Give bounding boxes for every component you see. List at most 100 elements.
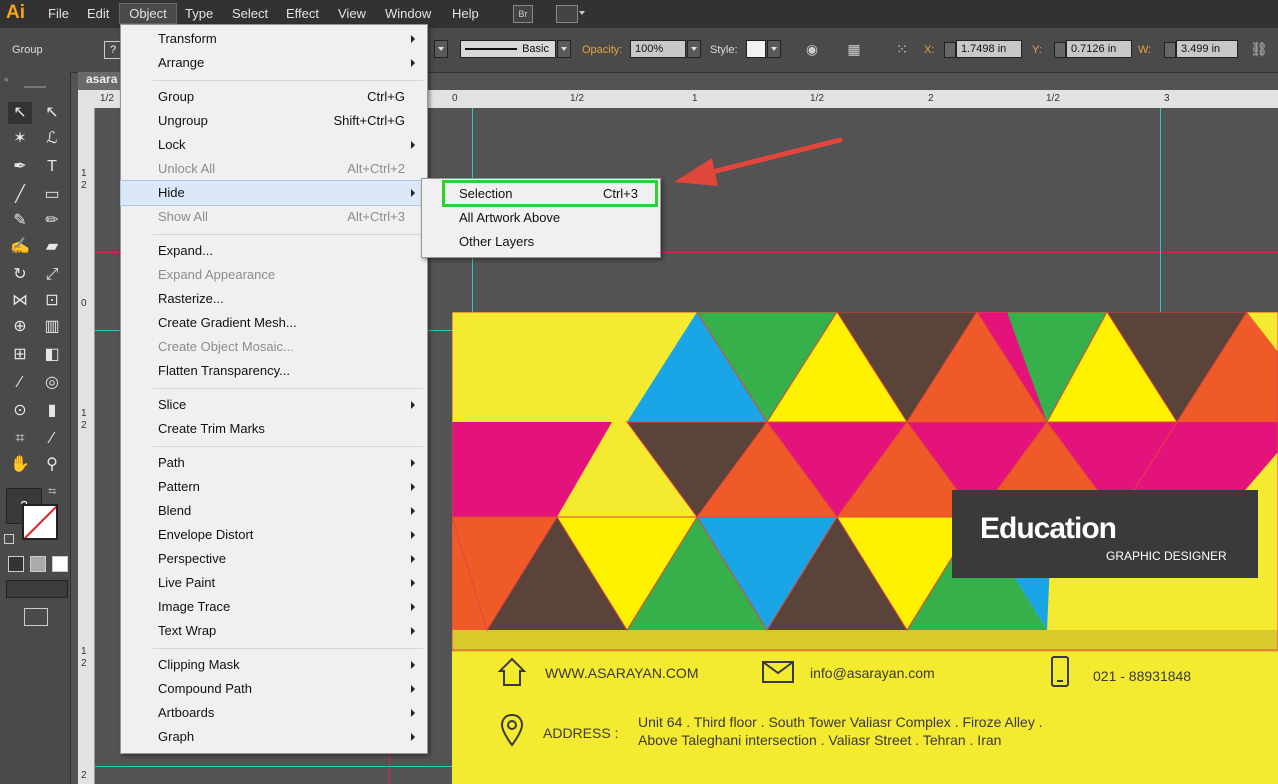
collapse-panel-icon[interactable]: « bbox=[4, 74, 9, 84]
mesh-tool-icon[interactable]: ⊞ bbox=[8, 344, 32, 366]
menu-item-arrange[interactable]: Arrange bbox=[121, 51, 427, 75]
menu-item-create-trim-marks[interactable]: Create Trim Marks bbox=[121, 417, 427, 441]
menu-item-label: Artboards bbox=[158, 705, 215, 720]
menu-item-blend[interactable]: Blend bbox=[121, 499, 427, 523]
stroke-profile-dropdown[interactable] bbox=[557, 40, 571, 58]
eraser-tool-icon[interactable]: ▰ bbox=[40, 236, 64, 258]
selection-tool-icon[interactable]: ↖ bbox=[8, 102, 32, 124]
swap-fill-stroke-icon[interactable]: ⇆ bbox=[48, 486, 56, 497]
chevron-down-icon[interactable] bbox=[579, 11, 585, 15]
menu-type[interactable]: Type bbox=[185, 6, 213, 21]
stroke-weight-dropdown[interactable] bbox=[434, 40, 448, 58]
shape-builder-tool-icon[interactable]: ⊕ bbox=[8, 316, 32, 338]
menu-item-path[interactable]: Path bbox=[121, 451, 427, 475]
gradient-mode-icon[interactable] bbox=[30, 556, 46, 572]
rectangle-tool-icon[interactable]: ▭ bbox=[40, 184, 64, 206]
menu-item-text-wrap[interactable]: Text Wrap bbox=[121, 619, 427, 643]
w-field[interactable]: 3.499 in bbox=[1176, 40, 1238, 58]
menu-help[interactable]: Help bbox=[452, 6, 479, 21]
color-mode-icon[interactable] bbox=[8, 556, 24, 572]
menu-item-transform[interactable]: Transform bbox=[121, 27, 427, 51]
type-tool-icon[interactable]: T bbox=[40, 156, 64, 178]
perspective-grid-tool-icon[interactable]: ▥ bbox=[40, 316, 64, 338]
paintbrush-tool-icon[interactable]: ✎ bbox=[8, 210, 32, 232]
magic-wand-tool-icon[interactable]: ✶ bbox=[8, 128, 32, 150]
width-tool-icon[interactable]: ⋈ bbox=[8, 290, 32, 312]
stroke-profile-field[interactable]: Basic bbox=[460, 40, 556, 58]
constrain-link-icon[interactable]: ⛓ bbox=[1250, 40, 1268, 58]
menu-item-image-trace[interactable]: Image Trace bbox=[121, 595, 427, 619]
submenu-arrow-icon bbox=[411, 35, 415, 43]
align-options-icon[interactable]: ▦ bbox=[845, 40, 863, 58]
submenu-arrow-icon bbox=[411, 59, 415, 67]
blob-brush-tool-icon[interactable]: ✍ bbox=[8, 236, 32, 258]
menu-item-rasterize[interactable]: Rasterize... bbox=[121, 287, 427, 311]
pen-tool-icon[interactable]: ✒ bbox=[8, 156, 32, 178]
direct-selection-tool-icon[interactable]: ↖ bbox=[40, 102, 64, 124]
panel-grip[interactable] bbox=[24, 86, 46, 88]
drawing-modes-icon[interactable] bbox=[6, 580, 68, 598]
recolor-artwork-icon[interactable]: ◉ bbox=[803, 40, 821, 58]
menu-item-compound-path[interactable]: Compound Path bbox=[121, 677, 427, 701]
free-transform-tool-icon[interactable]: ⊡ bbox=[40, 290, 64, 312]
y-stepper[interactable] bbox=[1054, 42, 1066, 58]
menu-edit[interactable]: Edit bbox=[87, 6, 109, 21]
symbol-sprayer-tool-icon[interactable]: ⊙ bbox=[8, 400, 32, 422]
pencil-tool-icon[interactable]: ✏ bbox=[40, 210, 64, 232]
menu-item-lock[interactable]: Lock bbox=[121, 133, 427, 157]
stroke-swatch[interactable] bbox=[22, 504, 58, 540]
menu-object[interactable]: Object bbox=[119, 3, 177, 24]
eyedropper-tool-icon[interactable]: ⁄ bbox=[8, 372, 32, 394]
submenu-item-all-artwork-above[interactable]: All Artwork Above bbox=[422, 206, 660, 230]
y-field[interactable]: 0.7126 in bbox=[1066, 40, 1132, 58]
menu-item-artboards[interactable]: Artboards bbox=[121, 701, 427, 725]
line-tool-icon[interactable]: ╱ bbox=[8, 184, 32, 206]
menu-item-ungroup[interactable]: Ungroup Shift+Ctrl+G bbox=[121, 109, 427, 133]
default-colors-icon[interactable] bbox=[4, 534, 14, 544]
menu-item-graph[interactable]: Graph bbox=[121, 725, 427, 749]
menu-item-expand[interactable]: Expand... bbox=[121, 239, 427, 263]
menu-file[interactable]: File bbox=[48, 6, 69, 21]
menu-item-create-gradient-mesh[interactable]: Create Gradient Mesh... bbox=[121, 311, 427, 335]
menu-item-group[interactable]: Group Ctrl+G bbox=[121, 85, 427, 109]
menu-item-hide[interactable]: Hide bbox=[120, 180, 428, 206]
graphic-style-swatch[interactable] bbox=[746, 40, 766, 58]
menu-item-pattern[interactable]: Pattern bbox=[121, 475, 427, 499]
menu-view[interactable]: View bbox=[338, 6, 366, 21]
menu-item-perspective[interactable]: Perspective bbox=[121, 547, 427, 571]
slice-tool-icon[interactable]: ⁄ bbox=[40, 428, 64, 450]
menu-item-slice[interactable]: Slice bbox=[121, 393, 427, 417]
menu-item-envelope-distort[interactable]: Envelope Distort bbox=[121, 523, 427, 547]
menu-item-live-paint[interactable]: Live Paint bbox=[121, 571, 427, 595]
blend-tool-icon[interactable]: ◎ bbox=[40, 372, 64, 394]
graphic-style-dropdown[interactable] bbox=[767, 40, 781, 58]
column-graph-tool-icon[interactable]: ▮ bbox=[40, 400, 64, 422]
menu-item-flatten-transparency[interactable]: Flatten Transparency... bbox=[121, 359, 427, 383]
hand-tool-icon[interactable]: ✋ bbox=[8, 454, 32, 476]
menu-window[interactable]: Window bbox=[385, 6, 431, 21]
zoom-tool-icon[interactable]: ⚲ bbox=[40, 454, 64, 476]
menu-item-label: Text Wrap bbox=[158, 623, 217, 638]
menu-item-clipping-mask[interactable]: Clipping Mask bbox=[121, 653, 427, 677]
rotate-tool-icon[interactable]: ↻ bbox=[8, 264, 32, 286]
opacity-dropdown[interactable] bbox=[687, 40, 701, 58]
reference-point-icon[interactable]: ⁙ bbox=[893, 40, 911, 58]
gradient-tool-icon[interactable]: ◧ bbox=[40, 344, 64, 366]
submenu-item-other-layers[interactable]: Other Layers bbox=[422, 230, 660, 254]
arrange-documents-icon[interactable] bbox=[556, 5, 578, 23]
screen-mode-icon[interactable] bbox=[24, 608, 48, 626]
lasso-tool-icon[interactable]: ℒ bbox=[40, 128, 64, 150]
w-stepper[interactable] bbox=[1164, 42, 1176, 58]
bridge-button[interactable]: Br bbox=[513, 5, 533, 23]
submenu-arrow-icon bbox=[411, 685, 415, 693]
ruler-tick: 1/2 bbox=[1046, 93, 1060, 104]
none-mode-icon[interactable] bbox=[52, 556, 68, 572]
menu-select[interactable]: Select bbox=[232, 6, 268, 21]
scale-tool-icon[interactable]: ⤢ bbox=[40, 264, 64, 286]
x-field[interactable]: 1.7498 in bbox=[956, 40, 1022, 58]
opacity-label[interactable]: Opacity: bbox=[582, 44, 622, 56]
x-stepper[interactable] bbox=[944, 42, 956, 58]
menu-effect[interactable]: Effect bbox=[286, 6, 319, 21]
artboard-tool-icon[interactable]: ⌗ bbox=[8, 428, 32, 450]
opacity-field[interactable]: 100% bbox=[630, 40, 686, 58]
